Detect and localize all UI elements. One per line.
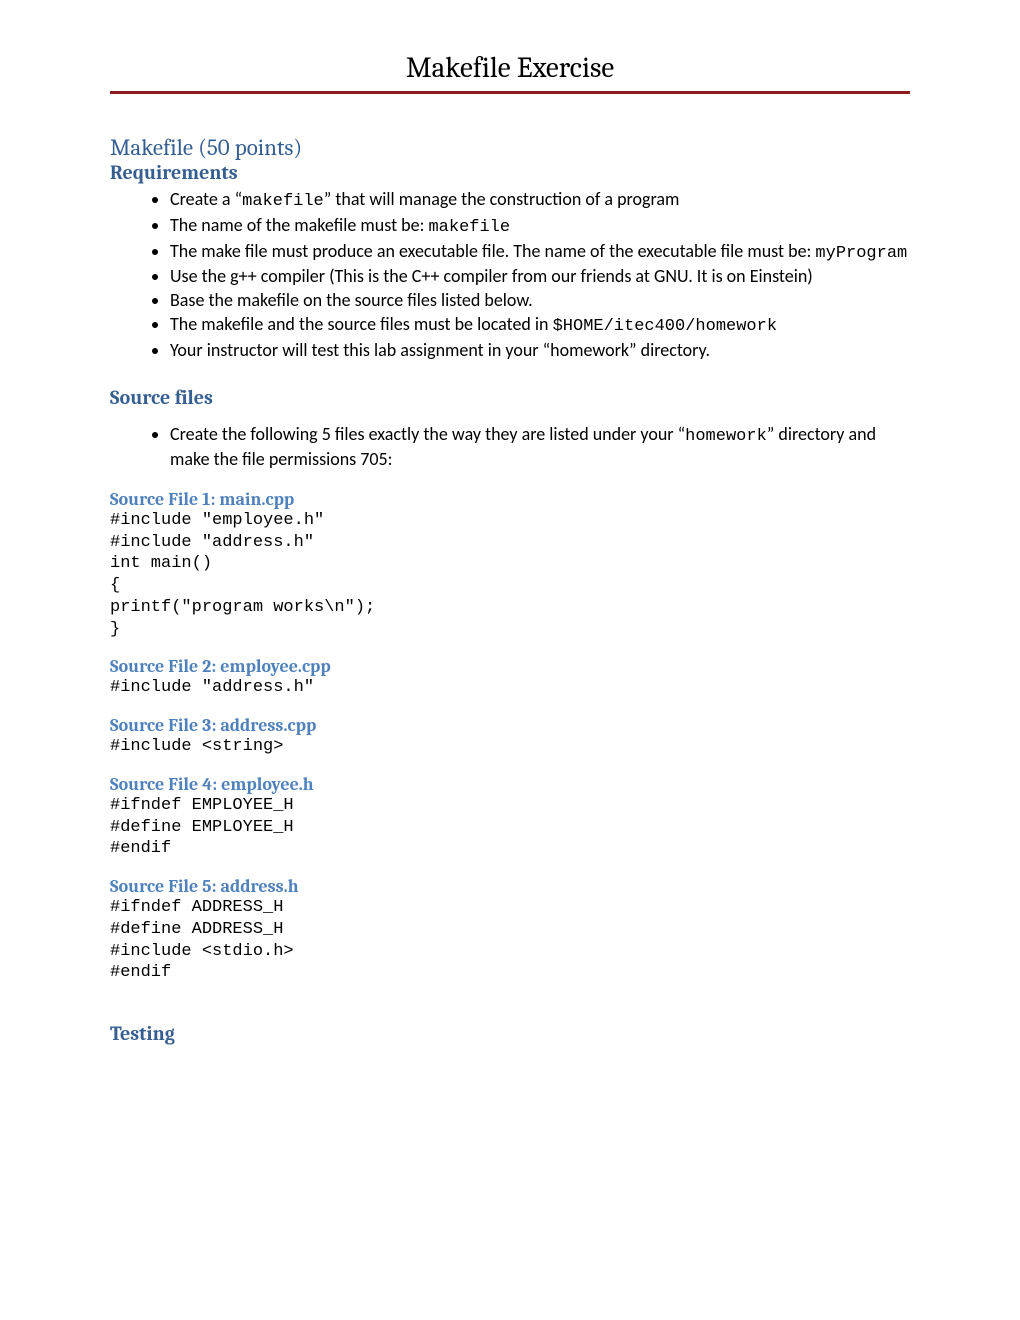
text: Use the g++ compiler (This is the C++ co… xyxy=(170,265,813,287)
source-files-intro-list: Create the following 5 files exactly the… xyxy=(110,423,910,471)
code-text: homework xyxy=(685,427,767,446)
main-heading: Makefile (50 points) xyxy=(110,134,910,161)
code-text: makefile xyxy=(242,192,324,211)
text: The name of the makefile must be: xyxy=(170,214,428,236)
list-item: The make file must produce an executable… xyxy=(170,240,910,265)
text: Create a “ xyxy=(170,188,242,210)
source-file-2-code: #include "address.h" xyxy=(110,677,910,699)
source-file-5-code: #ifndef ADDRESS_H #define ADDRESS_H #inc… xyxy=(110,897,910,984)
text: Create the following 5 files exactly the… xyxy=(170,423,685,445)
source-file-4-heading: Source File 4: employee.h xyxy=(110,774,910,795)
list-item: Use the g++ compiler (This is the C++ co… xyxy=(170,265,910,288)
source-file-3-code: #include <string> xyxy=(110,736,910,758)
title-underline xyxy=(110,91,910,94)
list-item: The name of the makefile must be: makefi… xyxy=(170,214,910,239)
document-title: Makefile Exercise xyxy=(110,52,910,85)
source-file-3-heading: Source File 3: address.cpp xyxy=(110,715,910,736)
list-item: Base the makefile on the source files li… xyxy=(170,289,910,312)
source-file-1-heading: Source File 1: main.cpp xyxy=(110,489,910,510)
code-text: makefile xyxy=(428,218,510,237)
text: Your instructor will test this lab assig… xyxy=(170,339,710,361)
text: The makefile and the source files must b… xyxy=(170,313,553,335)
code-text: $HOME/itec400/homework xyxy=(553,317,777,336)
testing-heading: Testing xyxy=(110,1022,910,1045)
source-file-5-heading: Source File 5: address.h xyxy=(110,876,910,897)
requirements-heading: Requirements xyxy=(110,161,910,184)
code-text: myProgram xyxy=(815,244,907,263)
source-file-4-code: #ifndef EMPLOYEE_H #define EMPLOYEE_H #e… xyxy=(110,795,910,860)
list-item: Create a “makefile” that will manage the… xyxy=(170,188,910,213)
text: The make file must produce an executable… xyxy=(170,240,815,262)
list-item: Your instructor will test this lab assig… xyxy=(170,339,910,362)
source-file-1-code: #include "employee.h" #include "address.… xyxy=(110,510,910,641)
source-files-heading: Source files xyxy=(110,386,910,409)
spacer xyxy=(110,996,910,1022)
list-item: Create the following 5 files exactly the… xyxy=(170,423,910,471)
source-file-2-heading: Source File 2: employee.cpp xyxy=(110,656,910,677)
requirements-list: Create a “makefile” that will manage the… xyxy=(110,188,910,362)
page-content: Makefile Exercise Makefile (50 points) R… xyxy=(0,0,1020,1109)
list-item: The makefile and the source files must b… xyxy=(170,313,910,338)
text: Base the makefile on the source files li… xyxy=(170,289,533,311)
text: ” that will manage the construction of a… xyxy=(324,188,680,210)
